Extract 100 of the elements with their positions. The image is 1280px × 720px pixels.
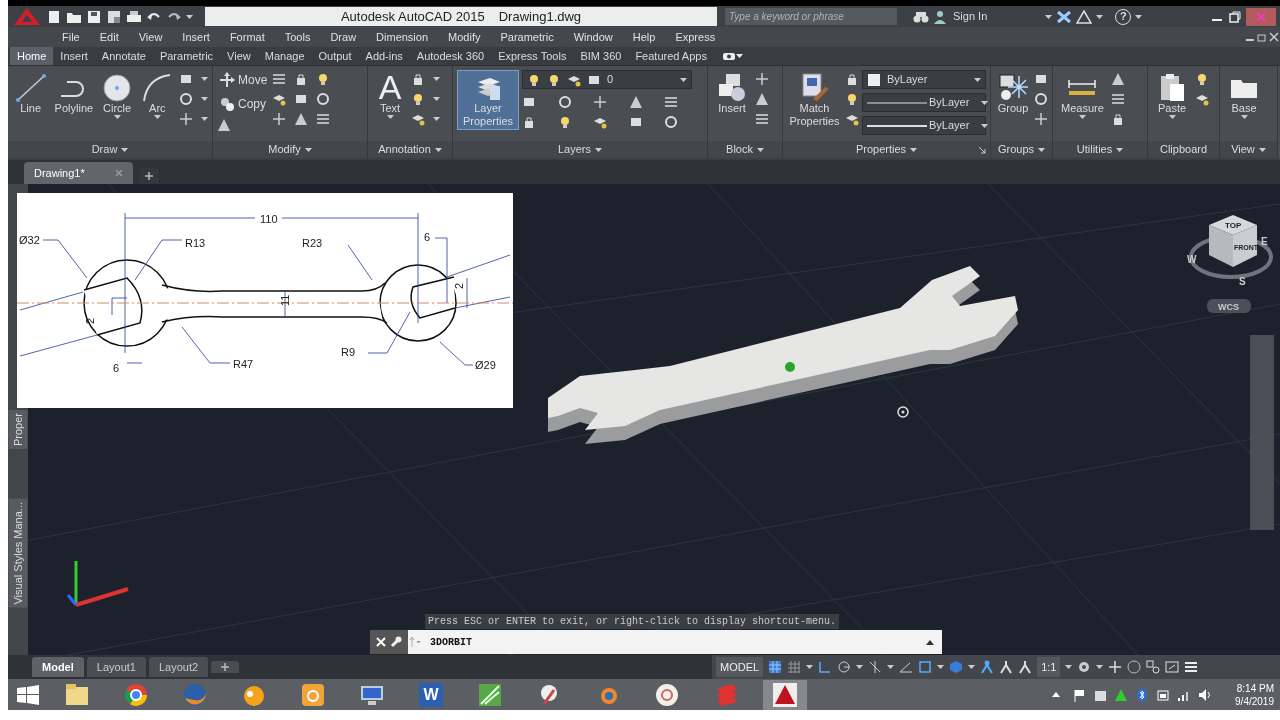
ring-icon[interactable]	[1034, 92, 1048, 106]
bulb-icon[interactable]	[1195, 72, 1209, 86]
ring-icon[interactable]	[557, 95, 572, 109]
lines-icon[interactable]	[1110, 92, 1125, 106]
lock-icon[interactable]	[522, 115, 536, 129]
lines-icon[interactable]	[316, 112, 331, 126]
lines-icon[interactable]	[664, 95, 679, 109]
grid-icon[interactable]	[787, 660, 802, 674]
file-tab[interactable]: Drawing1*	[24, 161, 133, 184]
close-icon[interactable]	[1246, 7, 1276, 26]
view-cube-drawing[interactable]	[1209, 215, 1257, 267]
menu-item[interactable]: Edit	[89, 28, 129, 46]
view-cube-face-label[interactable]: TOP	[1225, 221, 1242, 230]
dropdown-field[interactable]: ByLayer	[862, 70, 986, 89]
layout-tab[interactable]: Layout1	[86, 656, 146, 678]
ribbon-tab[interactable]: View	[220, 46, 258, 66]
cross-icon[interactable]	[179, 112, 193, 126]
person-icon[interactable]	[999, 660, 1014, 674]
compass-label[interactable]: E	[1261, 236, 1268, 247]
ribbon-button[interactable]: Move	[217, 70, 270, 90]
ribbon-tab[interactable]: Parametric	[152, 46, 221, 66]
layer-icon[interactable]	[272, 92, 287, 106]
exchange-icon[interactable]	[1056, 9, 1073, 24]
ribbon-button[interactable]: Arc	[138, 70, 176, 121]
add-layout-button[interactable]	[211, 661, 240, 673]
ribbon-button[interactable]: Copy	[217, 94, 270, 114]
square-icon[interactable]	[179, 72, 193, 86]
taskbar-button[interactable]	[763, 679, 807, 710]
ribbon-tab[interactable]: Express Tools	[491, 46, 574, 66]
close-icon[interactable]	[1268, 31, 1280, 43]
lines-icon[interactable]	[272, 72, 287, 86]
angle-icon[interactable]	[899, 660, 914, 674]
start-icon[interactable]	[16, 683, 40, 706]
triangle-icon[interactable]	[1110, 72, 1125, 86]
binoculars-icon[interactable]	[913, 9, 929, 24]
ribbon-button[interactable]: Group	[995, 70, 1031, 117]
ribbon-button[interactable]: Base	[1224, 70, 1264, 121]
battery-icon[interactable]	[1156, 687, 1171, 702]
ortho-icon[interactable]	[818, 660, 833, 674]
layout-tab[interactable]: Layout2	[148, 656, 209, 678]
camera-icon[interactable]	[721, 51, 736, 61]
ucs-menu-button[interactable]	[1207, 299, 1251, 313]
ribbon-tab[interactable]: BIM 360	[573, 46, 629, 66]
menu-item[interactable]: Insert	[172, 28, 220, 46]
triangle-icon[interactable]	[217, 118, 231, 132]
bluetooth-icon[interactable]	[1135, 687, 1150, 702]
bulb-icon[interactable]	[411, 92, 425, 106]
expand-icon[interactable]	[926, 639, 934, 645]
menu-item[interactable]: Modify	[438, 28, 491, 46]
menu-item[interactable]: Dimension	[366, 28, 439, 46]
ribbon-tab[interactable]: Insert	[53, 46, 95, 66]
scale-button[interactable]: 1:1	[1037, 656, 1061, 678]
taskbar-button[interactable]: W	[409, 679, 453, 710]
compass-label[interactable]: W	[1187, 254, 1197, 265]
palette-tab[interactable]: Proper	[8, 410, 28, 450]
model-space-button[interactable]: MODEL	[716, 656, 764, 678]
compass-label[interactable]: S	[1239, 276, 1246, 287]
ribbon-button[interactable]: Paste	[1152, 70, 1192, 121]
ring-icon[interactable]	[179, 92, 193, 106]
ribbon-button[interactable]: Line	[12, 70, 50, 117]
dropdown-field[interactable]: ByLayer	[862, 116, 986, 135]
clock-time[interactable]: 8:14 PM	[1236, 681, 1274, 695]
menu-item[interactable]: Draw	[320, 28, 367, 46]
menu-item[interactable]: Parametric	[490, 28, 564, 46]
menu-item[interactable]: View	[128, 28, 173, 46]
square-icon[interactable]	[1034, 72, 1048, 86]
square-icon[interactable]	[522, 95, 536, 109]
cross-icon[interactable]	[593, 95, 608, 109]
ribbon-button[interactable]: A Text	[372, 70, 408, 121]
fullscreen-icon[interactable]	[1165, 660, 1180, 674]
polar-icon[interactable]	[837, 660, 852, 674]
lines-icon[interactable]	[755, 112, 769, 126]
square-icon[interactable]	[918, 660, 933, 674]
sign-in-button[interactable]: Sign In	[951, 11, 990, 22]
ribbon-tab[interactable]: Add-ins	[358, 46, 410, 66]
ring-icon[interactable]	[316, 92, 331, 106]
restore-icon[interactable]	[1228, 9, 1242, 24]
cross-icon[interactable]	[755, 72, 769, 86]
ribbon-tab[interactable]: Manage	[257, 46, 312, 66]
flag-icon[interactable]	[1072, 687, 1087, 702]
triangle-icon[interactable]	[628, 95, 643, 109]
user-icon[interactable]	[933, 9, 947, 24]
ribbon-tab[interactable]: Autodesk 360	[409, 46, 492, 66]
menu-item[interactable]: File	[52, 28, 90, 46]
palette-tab[interactable]: Visual Styles Mana...	[8, 499, 28, 608]
ribbon-button[interactable]: Measure	[1057, 70, 1108, 121]
command-line-field[interactable]: 3DORBIT	[370, 630, 942, 654]
speaker-icon[interactable]	[1198, 687, 1213, 702]
person-icon[interactable]	[1018, 660, 1033, 674]
clock-date[interactable]: 9/4/2019	[1235, 694, 1274, 708]
dropdown-field[interactable]: 0	[522, 70, 692, 89]
square-icon[interactable]	[628, 115, 643, 129]
ribbon-button[interactable]: Match Properties	[787, 70, 842, 130]
menu-icon[interactable]	[1184, 660, 1199, 674]
snap-icon[interactable]	[868, 660, 883, 674]
plus-icon[interactable]	[1108, 660, 1123, 674]
new-file-icon[interactable]	[46, 8, 62, 25]
menu-item[interactable]: Help	[622, 28, 666, 46]
new-tab-button[interactable]	[138, 168, 159, 184]
save-as-icon[interactable]	[106, 8, 122, 25]
